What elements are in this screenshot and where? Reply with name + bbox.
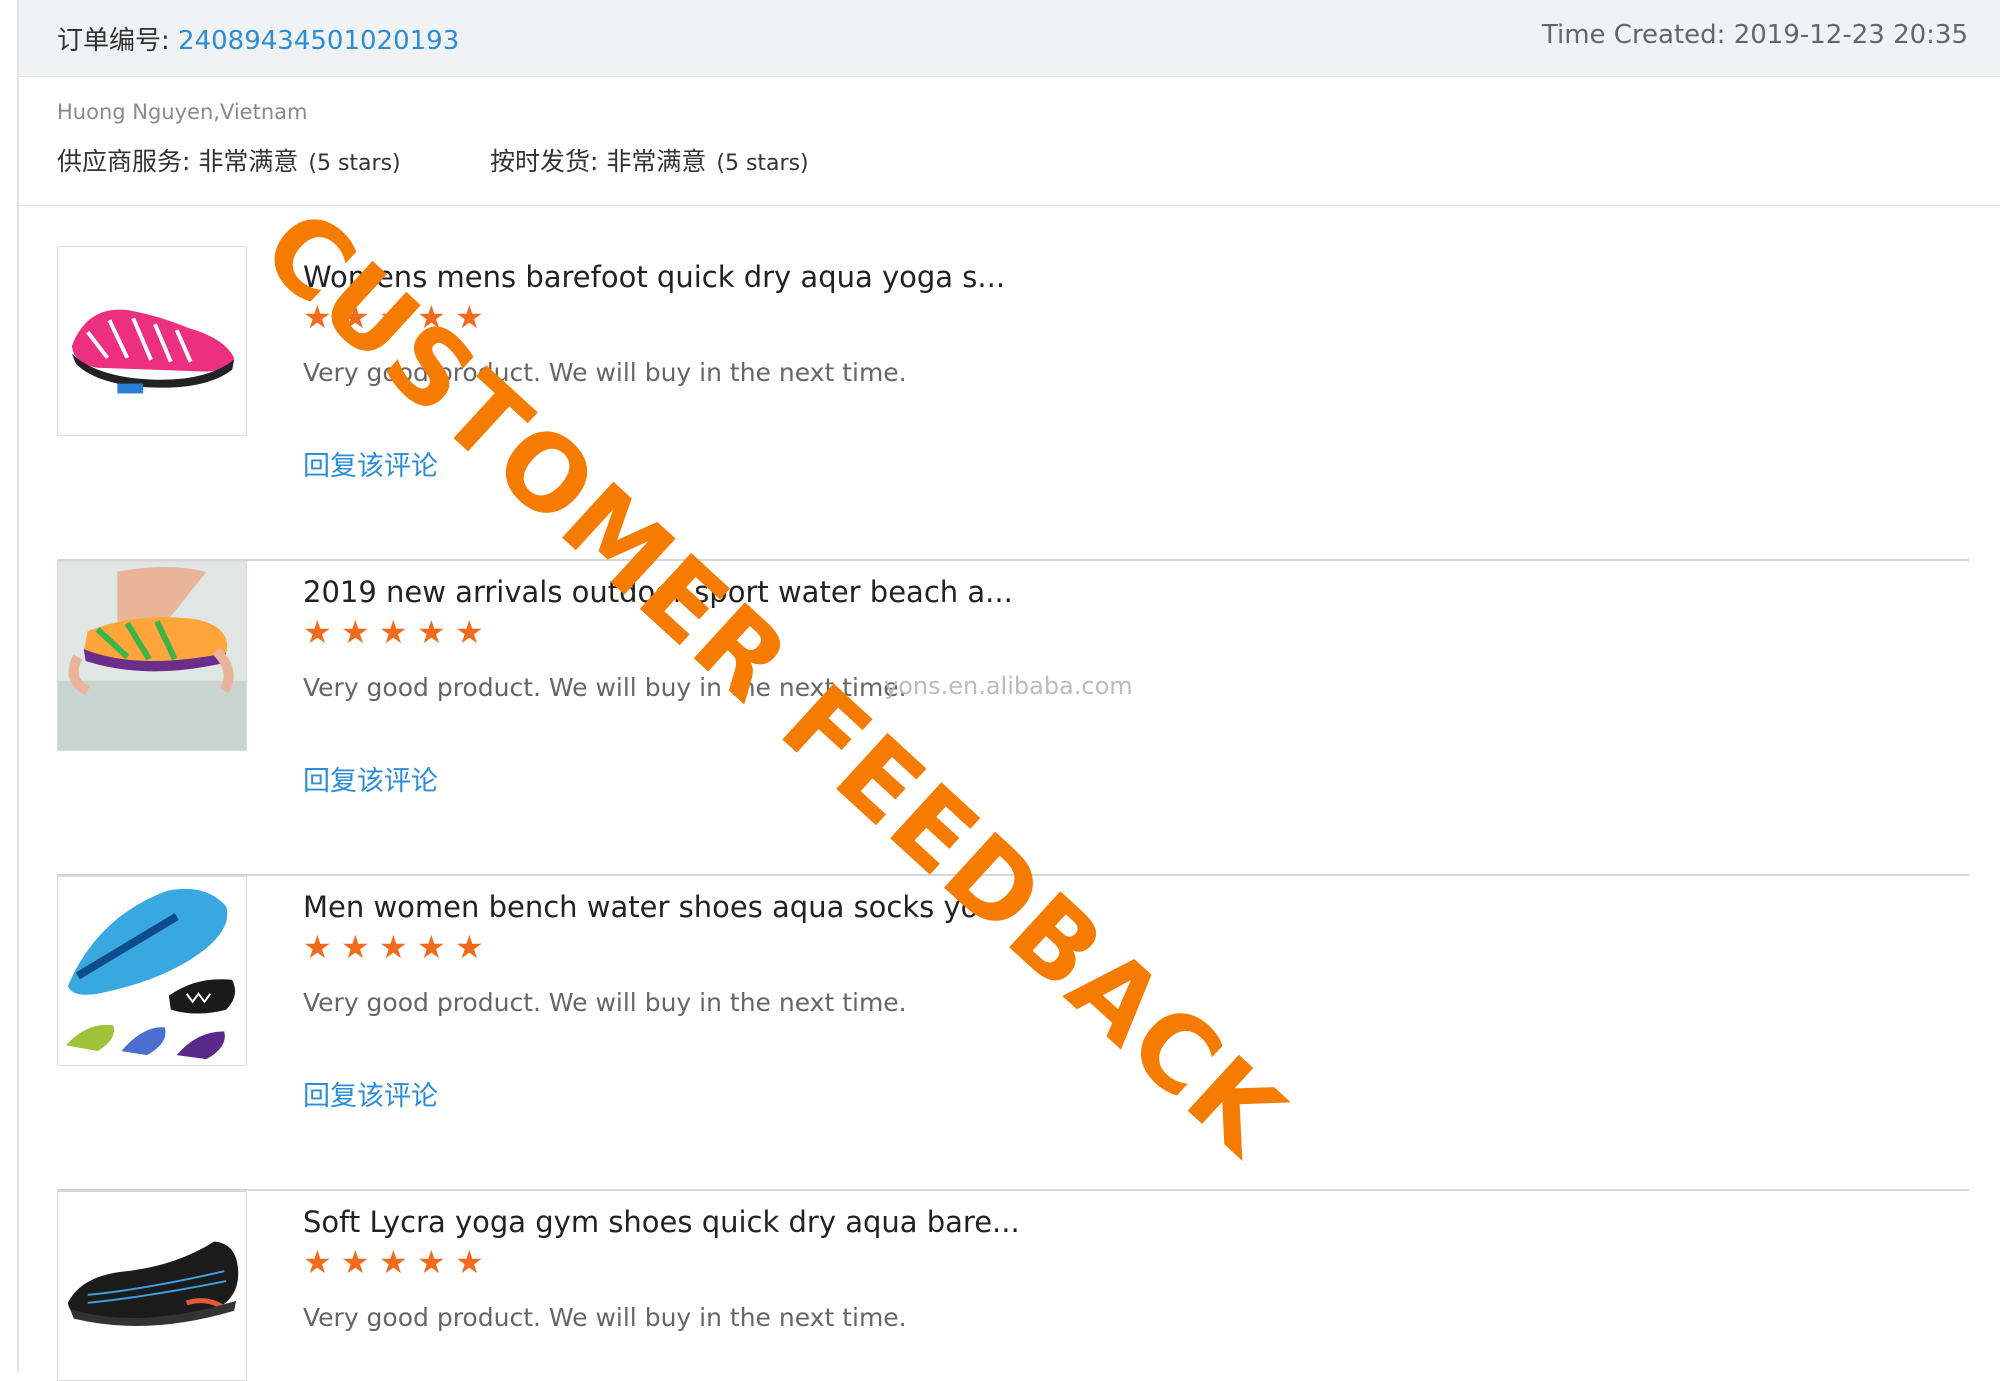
review-comment: Very good product. We will buy in the ne… [303,988,907,1017]
review-comment: Very good product. We will buy in the ne… [303,673,907,702]
review-item: Men women bench water shoes aqua socks y… [57,876,1969,1191]
star-icon: ★ [455,298,484,336]
colorful-shoe-in-water-icon [58,562,246,750]
product-title[interactable]: Soft Lycra yoga gym shoes quick dry aqua… [303,1205,1020,1239]
star-icon: ★ [417,928,446,966]
star-icon: ★ [455,1243,484,1281]
order-header-bar: 订单编号: 24089434501020193 Time Created: 20… [19,0,2000,77]
product-thumbnail[interactable] [57,876,247,1066]
order-number-label: 订单编号: 24089434501020193 [57,26,460,56]
star-icon: ★ [303,613,332,651]
product-thumbnail[interactable] [57,561,247,751]
store-watermark: yons.en.alibaba.com [884,672,1133,700]
star-rating: ★ ★ ★ ★ ★ [303,1243,485,1281]
summary-divider [19,205,2000,206]
star-icon: ★ [417,298,446,336]
black-water-shoe-icon [58,1192,246,1380]
review-comment: Very good product. We will buy in the ne… [303,358,907,387]
blue-aqua-socks-icon [58,877,246,1065]
review-item: Womens mens barefoot quick dry aqua yoga… [57,246,1969,561]
product-title[interactable]: 2019 new arrivals outdoor sport water be… [303,575,1013,609]
reply-to-review-link[interactable]: 回复该评论 [303,759,438,798]
on-time-shipping-rating: 按时发货: 非常满意 (5 stars) [490,147,809,176]
star-icon: ★ [341,298,370,336]
star-icon: ★ [341,1243,370,1281]
star-icon: ★ [417,613,446,651]
star-icon: ★ [417,1243,446,1281]
star-icon: ★ [341,928,370,966]
star-icon: ★ [379,298,408,336]
pink-water-shoe-icon [58,247,246,435]
star-icon: ★ [379,1243,408,1281]
star-icon: ★ [455,928,484,966]
review-item: 2019 new arrivals outdoor sport water be… [57,561,1969,876]
order-number-link[interactable]: 24089434501020193 [178,26,459,56]
star-icon: ★ [455,613,484,651]
star-icon: ★ [303,1243,332,1281]
reply-to-review-link[interactable]: 回复该评论 [303,1074,438,1113]
product-thumbnail[interactable] [57,1191,247,1381]
product-title[interactable]: Men women bench water shoes aqua socks y… [303,890,1006,924]
reply-to-review-link[interactable]: 回复该评论 [303,444,438,483]
star-rating: ★ ★ ★ ★ ★ [303,298,485,336]
star-icon: ★ [379,613,408,651]
star-icon: ★ [303,928,332,966]
buyer-name: Huong Nguyen,Vietnam [57,100,308,124]
star-rating: ★ ★ ★ ★ ★ [303,928,485,966]
review-comment: Very good product. We will buy in the ne… [303,1303,907,1332]
supplier-service-rating: 供应商服务: 非常满意 (5 stars) [57,147,401,176]
star-icon: ★ [303,298,332,336]
product-thumbnail[interactable] [57,246,247,436]
star-icon: ★ [341,613,370,651]
product-title[interactable]: Womens mens barefoot quick dry aqua yoga… [303,260,1005,294]
star-icon: ★ [379,928,408,966]
review-item: Soft Lycra yoga gym shoes quick dry aqua… [57,1191,1969,1381]
time-created: Time Created: 2019-12-23 20:35 [1541,20,1968,50]
star-rating: ★ ★ ★ ★ ★ [303,613,485,651]
